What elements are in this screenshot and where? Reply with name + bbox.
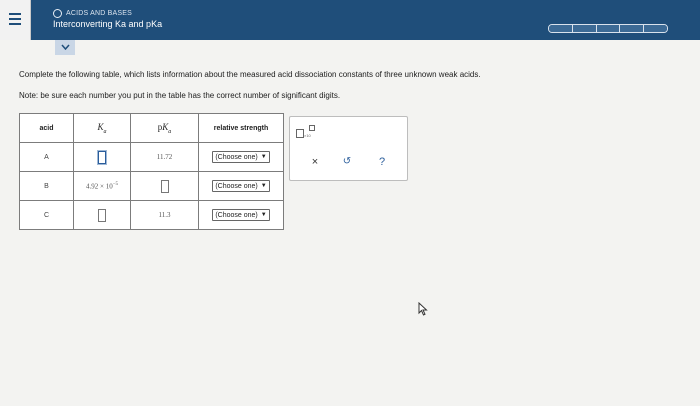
math-tool-palette: ×10 × ↺ ? [289, 116, 408, 181]
chevron-down-icon [61, 44, 70, 50]
topic-status-icon [53, 9, 62, 18]
scientific-notation-button[interactable]: ×10 [296, 124, 316, 140]
strength-select[interactable]: (Choose one) ▼ [212, 209, 270, 221]
question-note: Note: be sure each number you put in the… [19, 91, 341, 100]
ka-answer-input[interactable] [98, 150, 106, 164]
strength-column-header: relative strength [198, 113, 284, 143]
select-value: (Choose one) [215, 211, 258, 219]
collapse-header-button[interactable] [55, 40, 75, 55]
strength-select[interactable]: (Choose one) ▼ [212, 151, 270, 163]
table-row: C 11.3 (Choose one) ▼ [19, 200, 284, 230]
scientific-notation-icon: ×10 [304, 133, 311, 138]
close-icon[interactable]: × [308, 155, 322, 169]
pka-answer-input[interactable] [160, 179, 169, 193]
pka-value: 11.72 [130, 142, 199, 172]
acid-data-table: acid Ka pKa relative strength A 11.72 (C… [19, 113, 284, 230]
ka-answer-input[interactable] [98, 208, 106, 222]
ka-value: 4.92 × 10−5 [73, 171, 131, 201]
ka-cell [73, 200, 131, 230]
table-row: A 11.72 (Choose one) ▼ [19, 142, 284, 172]
progress-segment [620, 25, 645, 32]
strength-cell: (Choose one) ▼ [198, 171, 284, 201]
page-title: Interconverting Ka and pKa [53, 19, 163, 29]
table-header-row: acid Ka pKa relative strength [19, 113, 284, 143]
acid-column-header: acid [19, 113, 74, 143]
chevron-down-icon: ▼ [260, 212, 267, 218]
progress-segment [549, 25, 573, 32]
acid-label: C [19, 200, 74, 230]
assignment-header: ACIDS AND BASES Interconverting Ka and p… [0, 0, 700, 40]
topic-label: ACIDS AND BASES [66, 10, 133, 17]
progress-segment [572, 25, 597, 32]
progress-segment [644, 25, 667, 32]
pka-cell [130, 171, 199, 201]
ka-column-header: Ka [73, 113, 131, 143]
chevron-down-icon: ▼ [260, 183, 267, 189]
select-value: (Choose one) [215, 182, 258, 190]
strength-cell: (Choose one) ▼ [198, 142, 284, 172]
strength-select[interactable]: (Choose one) ▼ [212, 180, 270, 192]
table-row: B 4.92 × 10−5 (Choose one) ▼ [19, 171, 284, 201]
help-icon[interactable]: ? [375, 155, 389, 169]
hamburger-menu-icon[interactable] [0, 0, 31, 40]
acid-label: B [19, 171, 74, 201]
acid-label: A [19, 142, 74, 172]
topic-breadcrumb: ACIDS AND BASES [53, 9, 132, 18]
question-instructions: Complete the following table, which list… [19, 70, 481, 79]
undo-icon[interactable]: ↺ [340, 155, 354, 169]
ka-cell [73, 142, 131, 172]
chevron-down-icon: ▼ [260, 154, 267, 160]
pka-value: 11.3 [130, 200, 199, 230]
progress-bar [548, 24, 668, 33]
pka-column-header: pKa [130, 113, 199, 143]
strength-cell: (Choose one) ▼ [198, 200, 284, 230]
progress-segment [596, 25, 621, 32]
select-value: (Choose one) [215, 153, 258, 161]
mouse-pointer-icon [418, 302, 428, 316]
